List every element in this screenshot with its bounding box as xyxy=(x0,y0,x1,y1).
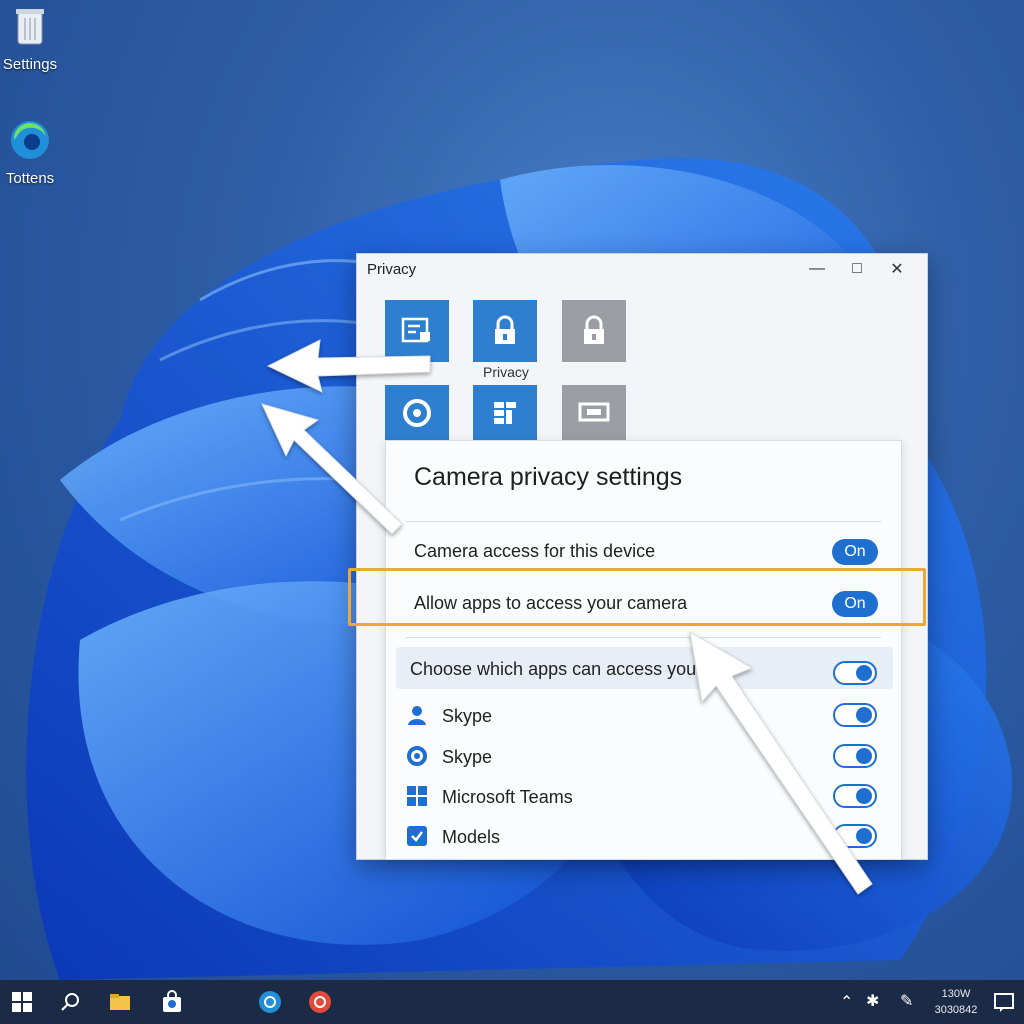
desktop-icon-edge[interactable]: Tottens xyxy=(0,118,70,187)
highlight-box xyxy=(348,568,926,626)
app-name: Skype xyxy=(442,747,493,767)
divider xyxy=(406,521,881,522)
skype-ring-icon xyxy=(407,746,427,766)
app-toggle-models[interactable] xyxy=(833,824,877,848)
windows-start-icon[interactable] xyxy=(10,990,34,1014)
app-grid-icon xyxy=(494,402,516,424)
device-access-toggle[interactable]: On xyxy=(832,539,878,565)
edge-taskbar-icon[interactable] xyxy=(258,990,282,1014)
minimize-button[interactable]: — xyxy=(797,260,837,278)
tile-caption-privacy: Privacy xyxy=(483,364,529,380)
network-icon[interactable]: ✱ xyxy=(866,991,879,1011)
app-red-icon[interactable] xyxy=(308,990,332,1014)
document-lock-icon xyxy=(401,317,430,343)
tile-privacy[interactable] xyxy=(473,300,537,362)
store-bag-icon[interactable] xyxy=(160,990,184,1014)
clock-date: 3030842 xyxy=(934,1004,978,1016)
search-icon[interactable] xyxy=(58,990,82,1014)
clock-time: 130W xyxy=(941,988,971,1000)
windows-grid-icon xyxy=(407,786,427,806)
camera-lens-icon xyxy=(403,399,431,427)
window-titlebar: Privacy — □ ✕ xyxy=(357,254,927,284)
language-icon[interactable]: ✎ xyxy=(900,991,913,1011)
tile-general[interactable] xyxy=(385,300,449,362)
choose-apps-label: Choose which apps can access you xyxy=(410,659,697,679)
choose-apps-toggle[interactable] xyxy=(833,661,877,685)
check-box-icon xyxy=(407,826,427,846)
app-name: Models xyxy=(442,827,501,847)
row-label-device-access: Camera access for this device xyxy=(414,541,656,561)
camera-privacy-panel: Camera privacy settings Camera access fo… xyxy=(385,440,902,860)
app-toggle-skype-2[interactable] xyxy=(833,744,877,768)
person-icon xyxy=(408,706,426,725)
app-name: Skype xyxy=(442,706,493,726)
desktop-icon-settings[interactable]: Settings xyxy=(0,4,70,73)
notification-icon[interactable] xyxy=(992,990,1016,1014)
desktop-icon-label: Settings xyxy=(2,56,58,73)
tile-devices[interactable] xyxy=(562,385,626,441)
chevron-up-icon[interactable]: ⌃ xyxy=(840,992,853,1012)
tile-security[interactable] xyxy=(562,300,626,362)
file-explorer-icon[interactable] xyxy=(108,990,132,1014)
tile-camera[interactable] xyxy=(385,385,449,441)
recycle-bin-icon xyxy=(16,9,44,45)
app-name: Microsoft Teams xyxy=(442,787,573,807)
lock-icon xyxy=(495,315,515,344)
app-toggle-skype[interactable] xyxy=(833,703,877,727)
taskbar: ⌃ ✱ ✎ 130W 3030842 xyxy=(0,980,1024,1024)
desktop-icon-label: Tottens xyxy=(5,170,55,187)
app-toggle-teams[interactable] xyxy=(833,784,877,808)
lock-icon xyxy=(584,315,604,344)
divider xyxy=(406,637,881,638)
window-title: Privacy xyxy=(367,260,417,278)
close-button[interactable]: ✕ xyxy=(877,259,917,279)
tile-apps[interactable] xyxy=(473,385,537,441)
panel-heading: Camera privacy settings xyxy=(414,463,683,491)
clock[interactable]: 130W 3030842 xyxy=(926,986,986,1018)
device-icon xyxy=(578,402,610,422)
edge-browser-icon xyxy=(11,121,49,159)
maximize-button[interactable]: □ xyxy=(837,260,877,278)
